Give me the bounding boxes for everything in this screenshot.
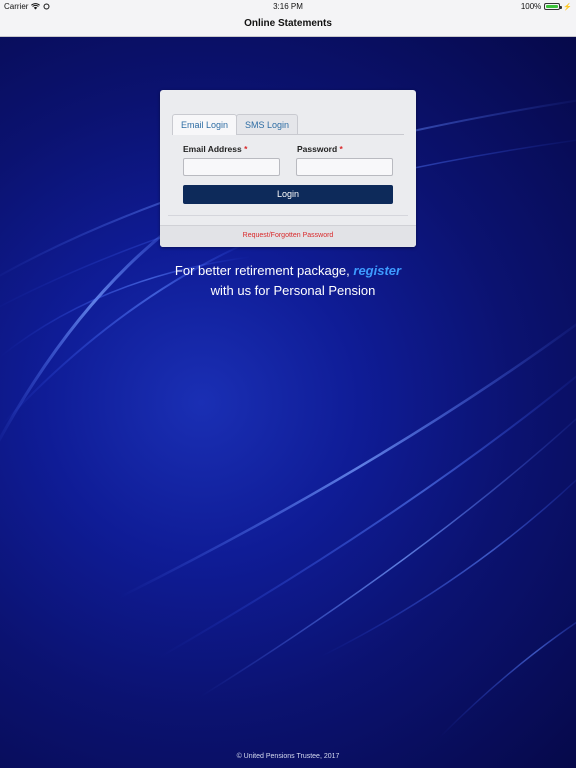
required-marker: *: [339, 144, 343, 154]
charging-icon: ⚡: [563, 3, 572, 11]
email-label-text: Email Address: [183, 144, 242, 154]
status-bar: Carrier 3:16 PM 100% ⚡: [0, 0, 576, 13]
email-label: Email Address *: [183, 144, 247, 154]
promo-text: For better retirement package, register …: [0, 261, 576, 301]
register-link[interactable]: register: [353, 263, 401, 278]
page-title: Online Statements: [244, 18, 332, 29]
navigation-bar: Online Statements: [0, 13, 576, 37]
password-field[interactable]: [296, 158, 393, 176]
password-label-text: Password: [297, 144, 338, 154]
divider: [168, 215, 408, 216]
promo-text-before: For better retirement package,: [174, 263, 350, 278]
copyright-text: © United Pensions Trustee, 2017: [236, 753, 340, 760]
status-right: 100% ⚡: [521, 2, 572, 11]
promo-text-after: with us for Personal Pension: [210, 283, 376, 298]
password-label: Password *: [297, 144, 343, 154]
tab-email-login[interactable]: Email Login: [172, 114, 238, 135]
status-time: 3:16 PM: [273, 2, 303, 11]
login-tabs: Email Login SMS Login: [172, 114, 404, 135]
login-button[interactable]: Login: [183, 185, 393, 204]
tab-sms-login[interactable]: SMS Login: [236, 114, 299, 134]
battery-percent: 100%: [520, 2, 542, 11]
required-marker: *: [244, 144, 248, 154]
card-footer: Request/Forgotten Password: [160, 225, 416, 247]
login-card: Email Login SMS Login Email Address * Pa…: [160, 90, 416, 247]
forgot-password-link[interactable]: Request/Forgotten Password: [160, 232, 416, 239]
battery-icon: [544, 3, 563, 10]
email-field[interactable]: [183, 158, 280, 176]
